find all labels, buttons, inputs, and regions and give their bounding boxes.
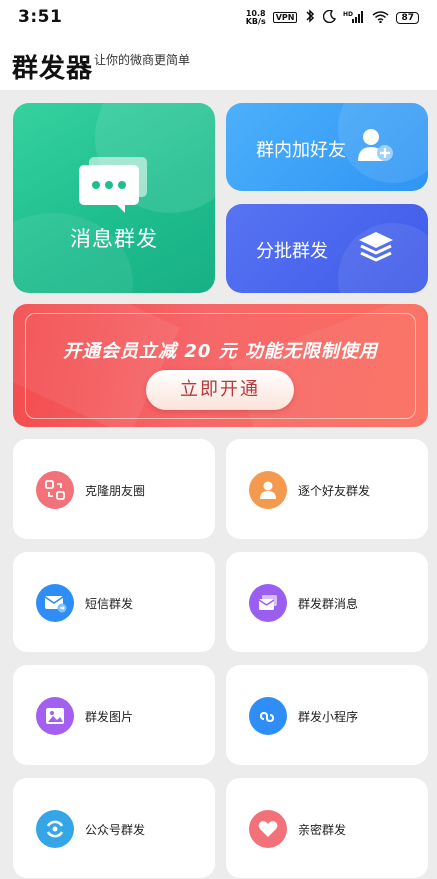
activate-now-button[interactable]: 立即开通 (146, 370, 294, 410)
mass-send-label: 消息群发 (70, 227, 158, 251)
grid-item-label: 群发小程序 (298, 710, 359, 724)
grid-item-label: 公众号群发 (85, 823, 146, 837)
moon-icon (323, 9, 337, 26)
heart-icon (249, 810, 287, 848)
bluetooth-icon (304, 9, 316, 26)
clone-icon (36, 471, 74, 509)
group-add-friend-card[interactable]: 群内加好友 (226, 103, 428, 191)
wifi-icon (372, 10, 389, 26)
batch-send-label: 分批群发 (256, 241, 328, 262)
vip-promo-banner[interactable]: 开通会员立减 20 元 功能无限制使用 立即开通 (13, 304, 428, 427)
chat-bubble-icon (79, 157, 147, 213)
batch-send-card[interactable]: 分批群发 (226, 204, 428, 293)
grid-item-label: 克隆朋友圈 (85, 484, 146, 498)
promo-text: 开通会员立减 20 元 功能无限制使用 (63, 341, 378, 362)
layers-icon (359, 232, 393, 262)
official-account-icon (36, 810, 74, 848)
grid-item-label: 短信群发 (85, 597, 134, 611)
battery-indicator: 87 (396, 11, 419, 24)
grid-item-label: 亲密群发 (298, 823, 347, 837)
image-icon (36, 697, 74, 735)
grid-item-mini-program[interactable]: 群发小程序 (226, 665, 428, 765)
mini-program-icon (249, 697, 287, 735)
svg-text:HD: HD (343, 11, 353, 18)
network-speed: 10.8 KB/s (245, 9, 266, 26)
status-bar: 3:51 10.8 KB/s VPN HD 87 (0, 0, 437, 36)
group-add-friend-label: 群内加好友 (256, 140, 346, 161)
grid-item-official-account[interactable]: 公众号群发 (13, 778, 215, 878)
grid-item-label: 群发群消息 (298, 597, 359, 611)
status-icons: 10.8 KB/s VPN HD 87 (246, 9, 419, 26)
group-message-icon (249, 584, 287, 622)
grid-item-label: 逐个好友群发 (298, 484, 371, 498)
grid-item-one-by-one[interactable]: 逐个好友群发 (226, 439, 428, 539)
grid-item-clone-moments[interactable]: 克隆朋友圈 (13, 439, 215, 539)
mass-send-card[interactable]: 消息群发 (13, 103, 215, 293)
add-user-icon (358, 129, 393, 161)
grid-item-group-message[interactable]: 群发群消息 (226, 552, 428, 652)
sms-mail-icon (36, 584, 74, 622)
grid-item-images[interactable]: 群发图片 (13, 665, 215, 765)
vpn-badge: VPN (272, 12, 298, 23)
grid-item-sms[interactable]: 短信群发 (13, 552, 215, 652)
grid-item-label: 群发图片 (85, 710, 134, 724)
network-speed-unit: KB/s (245, 16, 266, 26)
cellular-signal-icon: HD (343, 10, 365, 26)
user-icon (249, 471, 287, 509)
app-subtitle: 让你的微商更简单 (94, 53, 191, 67)
status-time: 3:51 (18, 7, 63, 27)
app-title: 群发器 (12, 54, 94, 84)
grid-item-intimate[interactable]: 亲密群发 (226, 778, 428, 878)
app-header: 群发器 让你的微商更简单 (0, 36, 437, 90)
